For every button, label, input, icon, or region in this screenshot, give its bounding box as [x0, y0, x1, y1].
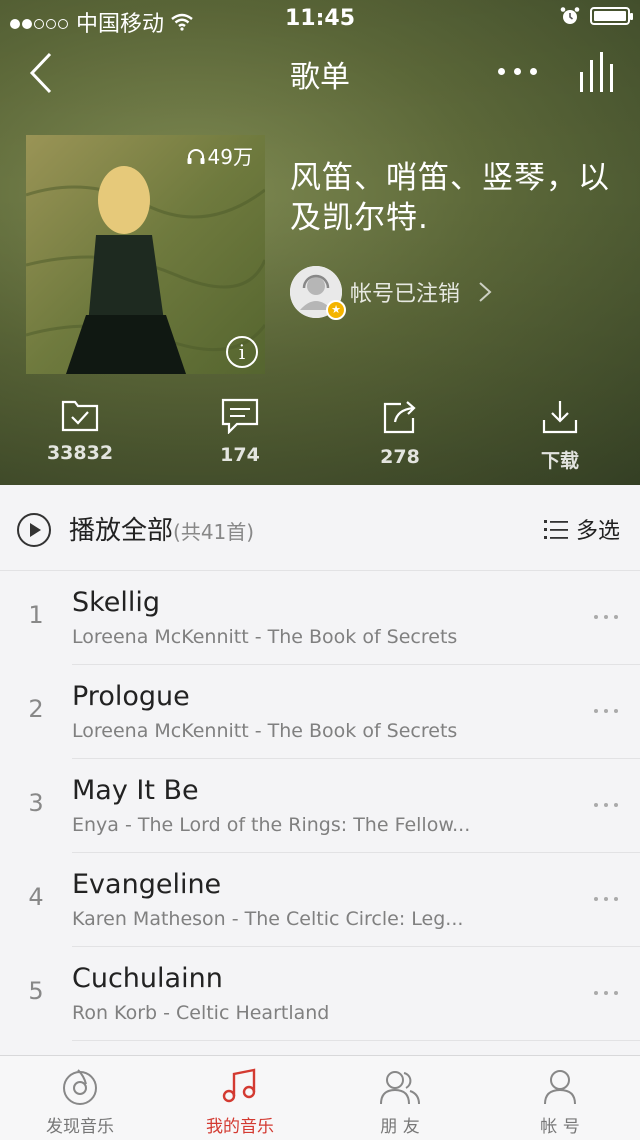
alarm-icon	[560, 7, 580, 24]
song-row[interactable]: 1 Skellig Loreena McKennitt - The Book o…	[0, 571, 640, 665]
nav-bar: 歌单	[0, 44, 640, 100]
favorite-count: 33832	[46, 442, 114, 464]
song-title: Skellig	[72, 587, 161, 618]
chevron-right-icon	[479, 282, 492, 302]
tab-label: 发现音乐	[46, 1117, 114, 1137]
tab-label: 朋 友	[380, 1117, 420, 1137]
song-index: 1	[28, 601, 44, 629]
song-title: Prologue	[72, 681, 190, 712]
account-icon	[544, 1070, 576, 1105]
battery-icon	[590, 7, 633, 25]
share-button[interactable]: 278	[320, 398, 480, 478]
song-more-icon[interactable]	[594, 991, 618, 995]
tab-account[interactable]: 帐 号	[480, 1056, 640, 1140]
play-all-row[interactable]: 播放全部(共41首) 多选	[0, 485, 640, 571]
share-count: 278	[380, 446, 420, 468]
song-index: 4	[28, 883, 44, 911]
download-button[interactable]: 下载	[480, 398, 640, 478]
song-subtitle: Ron Korb - Celtic Heartland	[72, 1002, 330, 1024]
song-title: May It Be	[72, 775, 199, 806]
song-more-icon[interactable]	[594, 803, 618, 807]
download-label: 下载	[540, 450, 579, 472]
play-circle-icon	[17, 513, 51, 547]
song-index: 2	[28, 695, 44, 723]
song-more-icon[interactable]	[594, 897, 618, 901]
folder-check-icon	[61, 400, 99, 432]
info-icon[interactable]: i	[226, 336, 258, 368]
playlist-cover[interactable]: 49万 i	[26, 135, 265, 374]
download-icon	[542, 401, 578, 434]
play-count: 49万	[186, 141, 253, 170]
music-note-icon	[222, 1068, 256, 1103]
star-badge-icon: ★	[326, 300, 346, 320]
tab-my-music[interactable]: 我的音乐	[160, 1056, 320, 1140]
now-playing-icon[interactable]	[578, 50, 620, 94]
comment-button[interactable]: 174	[160, 398, 320, 478]
song-title: Cuchulainn	[72, 963, 223, 994]
comment-icon	[221, 398, 259, 435]
headphones-icon	[187, 148, 205, 164]
song-subtitle: Loreena McKennitt - The Book of Secrets	[72, 720, 458, 742]
song-row[interactable]: 5 Cuchulainn Ron Korb - Celtic Heartland	[0, 947, 640, 1041]
creator-link[interactable]: ★ 帐号已注销	[290, 266, 492, 320]
creator-name: 帐号已注销	[350, 282, 461, 307]
tab-label: 我的音乐	[206, 1117, 274, 1137]
tab-friends[interactable]: 朋 友	[320, 1056, 480, 1140]
song-title: Evangeline	[72, 869, 222, 900]
creator-avatar: ★	[290, 266, 346, 320]
song-more-icon[interactable]	[594, 709, 618, 713]
more-icon[interactable]	[498, 68, 537, 75]
play-count-label: 49万	[207, 145, 253, 169]
page-title: 歌单	[290, 60, 350, 95]
tab-label: 帐 号	[540, 1117, 580, 1137]
discover-music-icon	[63, 1069, 97, 1105]
song-row[interactable]: 4 Evangeline Karen Matheson - The Celtic…	[0, 853, 640, 947]
cover-image	[26, 135, 265, 374]
song-row[interactable]: 3 May It Be Enya - The Lord of the Rings…	[0, 759, 640, 853]
playlist-header: 中国移动 11:45 歌单 49万 i 风笛、哨笛、竖琴，以及凯尔特. ★ 帐号…	[0, 0, 640, 485]
song-index: 3	[28, 789, 44, 817]
song-list: 播放全部(共41首) 多选 1 Skellig Loreena McKennit…	[0, 485, 640, 1055]
playlist-title: 风笛、哨笛、竖琴，以及凯尔特.	[290, 160, 610, 236]
song-index: 5	[28, 977, 44, 1005]
song-subtitle: Loreena McKennitt - The Book of Secrets	[72, 626, 458, 648]
song-row[interactable]: 2 Prologue Loreena McKennitt - The Book …	[0, 665, 640, 759]
comment-count: 174	[220, 444, 260, 466]
multi-select-button[interactable]: 多选	[543, 513, 620, 545]
friends-icon	[380, 1071, 420, 1105]
song-more-icon[interactable]	[594, 615, 618, 619]
tab-discover[interactable]: 发现音乐	[0, 1056, 160, 1140]
song-subtitle: Enya - The Lord of the Rings: The Fellow…	[72, 814, 471, 836]
clock: 11:45	[284, 6, 356, 31]
song-count: (共41首)	[173, 520, 255, 544]
action-bar: 33832 174 278 下载	[0, 398, 640, 478]
list-icon	[543, 520, 568, 539]
favorite-button[interactable]: 33832	[0, 398, 160, 478]
song-subtitle: Karen Matheson - The Celtic Circle: Leg.…	[72, 908, 464, 930]
share-icon	[383, 401, 416, 434]
tab-bar: 发现音乐 我的音乐 朋 友 帐 号	[0, 1055, 640, 1140]
play-all-label: 播放全部	[69, 516, 174, 546]
multi-select-label: 多选	[575, 519, 620, 544]
status-bar: 中国移动 11:45	[0, 0, 640, 37]
